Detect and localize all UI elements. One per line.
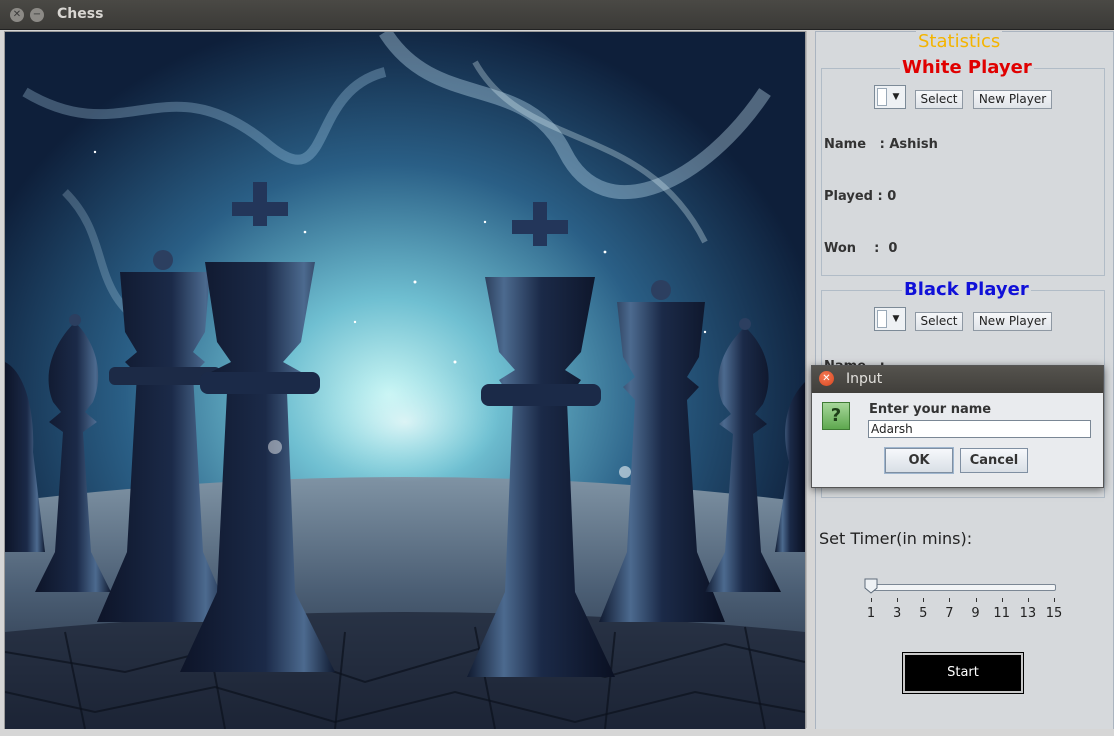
cancel-button[interactable]: Cancel: [960, 448, 1028, 473]
white-select-button[interactable]: Select: [915, 90, 963, 109]
slider-tick-label: 3: [893, 606, 902, 621]
input-dialog: ✕ Input ? Enter your name Adarsh OK Canc…: [811, 365, 1104, 488]
white-played-text: Played : 0: [824, 189, 897, 204]
timer-slider-track[interactable]: [868, 584, 1056, 591]
chess-background-image: [4, 31, 806, 730]
slider-tick: [975, 598, 977, 602]
dialog-title: Input: [846, 371, 883, 387]
slider-tick: [1027, 598, 1029, 602]
window-title: Chess: [57, 6, 104, 22]
black-new-player-button[interactable]: New Player: [973, 312, 1052, 331]
white-player-title: White Player: [900, 57, 1034, 78]
white-won-text: Won : 0: [824, 241, 898, 256]
white-player-box: White Player ▼ Select New Player Name : …: [821, 57, 1105, 276]
chevron-down-icon: ▼: [892, 314, 900, 324]
dialog-titlebar: ✕ Input: [812, 366, 1103, 393]
slider-tick: [871, 598, 872, 602]
window-bottom-border: [0, 729, 1114, 736]
timer-label: Set Timer(in mins):: [819, 529, 973, 548]
slider-tick: [1054, 598, 1055, 602]
white-player-combo[interactable]: ▼: [874, 85, 906, 109]
slider-tick: [897, 598, 899, 602]
slider-tick-label: 11: [993, 606, 1010, 621]
slider-tick: [1001, 598, 1003, 602]
black-player-combo-field: [877, 310, 887, 328]
slider-tick-label: 9: [971, 606, 980, 621]
white-name-text: Name : Ashish: [824, 137, 938, 152]
window-titlebar: ✕ − Chess: [0, 0, 1114, 30]
slider-tick-label: 13: [1019, 606, 1037, 621]
timer-slider-thumb[interactable]: [864, 578, 878, 594]
slider-tick: [949, 598, 951, 602]
black-player-combo[interactable]: ▼: [874, 307, 906, 331]
slider-tick-label: 5: [919, 606, 928, 621]
white-player-combo-field: [877, 88, 887, 106]
slider-tick-label: 7: [945, 606, 954, 621]
slider-tick: [923, 598, 925, 602]
ok-button[interactable]: OK: [884, 447, 954, 474]
question-icon: ?: [822, 402, 850, 430]
white-new-player-button[interactable]: New Player: [973, 90, 1052, 109]
black-player-title: Black Player: [902, 279, 1031, 300]
chevron-down-icon: ▼: [892, 92, 900, 102]
close-icon[interactable]: ✕: [819, 371, 834, 386]
window-close-icon[interactable]: ✕: [10, 8, 24, 22]
black-select-button[interactable]: Select: [915, 312, 963, 331]
slider-tick-label: 1: [866, 606, 876, 621]
window-minimize-icon[interactable]: −: [30, 8, 44, 22]
start-button[interactable]: Start: [902, 652, 1024, 694]
slider-tick-label: 15: [1045, 606, 1063, 621]
statistics-title: Statistics: [916, 31, 1003, 52]
dialog-prompt: Enter your name: [869, 402, 992, 417]
name-input[interactable]: Adarsh: [868, 420, 1091, 438]
